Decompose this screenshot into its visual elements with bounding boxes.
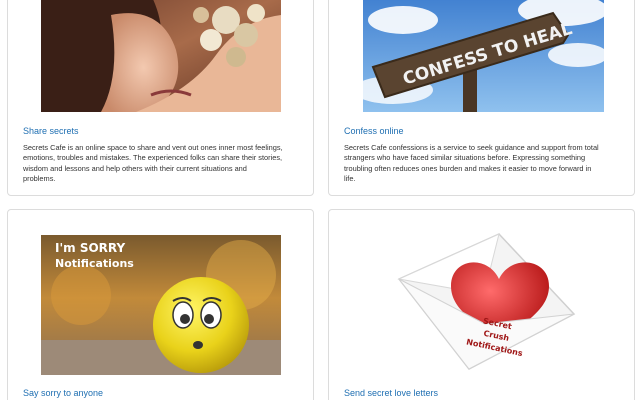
card-share-secrets: Share secrets Secrets Cafe is an online … — [7, 0, 314, 196]
image-caption-line: I'm SORRY — [55, 241, 125, 255]
say-sorry-image[interactable]: I'm SORRY Notifications — [41, 235, 281, 375]
card-say-sorry: I'm SORRY Notifications Say sorry to any… — [7, 209, 314, 400]
description-line: life. — [344, 174, 356, 184]
share-secrets-image[interactable] — [41, 0, 281, 112]
love-letters-image[interactable]: Secret Crush Notifications — [389, 224, 579, 374]
confess-online-image[interactable]: CONFESS TO HEAL — [363, 0, 604, 112]
description-line: problems. — [23, 174, 56, 184]
card-title[interactable]: Say sorry to anyone — [23, 388, 103, 398]
card-confess-online: CONFESS TO HEAL Confess online Secrets C… — [328, 0, 635, 196]
description-line: Secrets Cafe confessions is a service to… — [344, 143, 599, 152]
image-caption-line: Notifications — [55, 257, 134, 270]
card-title[interactable]: Send secret love letters — [344, 388, 438, 398]
card-title[interactable]: Share secrets — [23, 126, 79, 136]
description-line: troubling often reduces ones burden and … — [344, 163, 592, 173]
card-love-letters: Secret Crush Notifications Send secret l… — [328, 209, 635, 400]
description-line: emotions, troubles and mistakes. The exp… — [23, 153, 283, 163]
card-description: Secrets Cafe is an online space to share… — [23, 143, 308, 185]
description-line: Secrets Cafe is an online space to share… — [23, 143, 283, 152]
description-line: wisdom and lessons and help others with … — [23, 163, 247, 173]
description-line: strangers who have faced similar situati… — [344, 153, 586, 163]
card-title[interactable]: Confess online — [344, 126, 404, 136]
card-description: Secrets Cafe confessions is a service to… — [344, 143, 629, 185]
